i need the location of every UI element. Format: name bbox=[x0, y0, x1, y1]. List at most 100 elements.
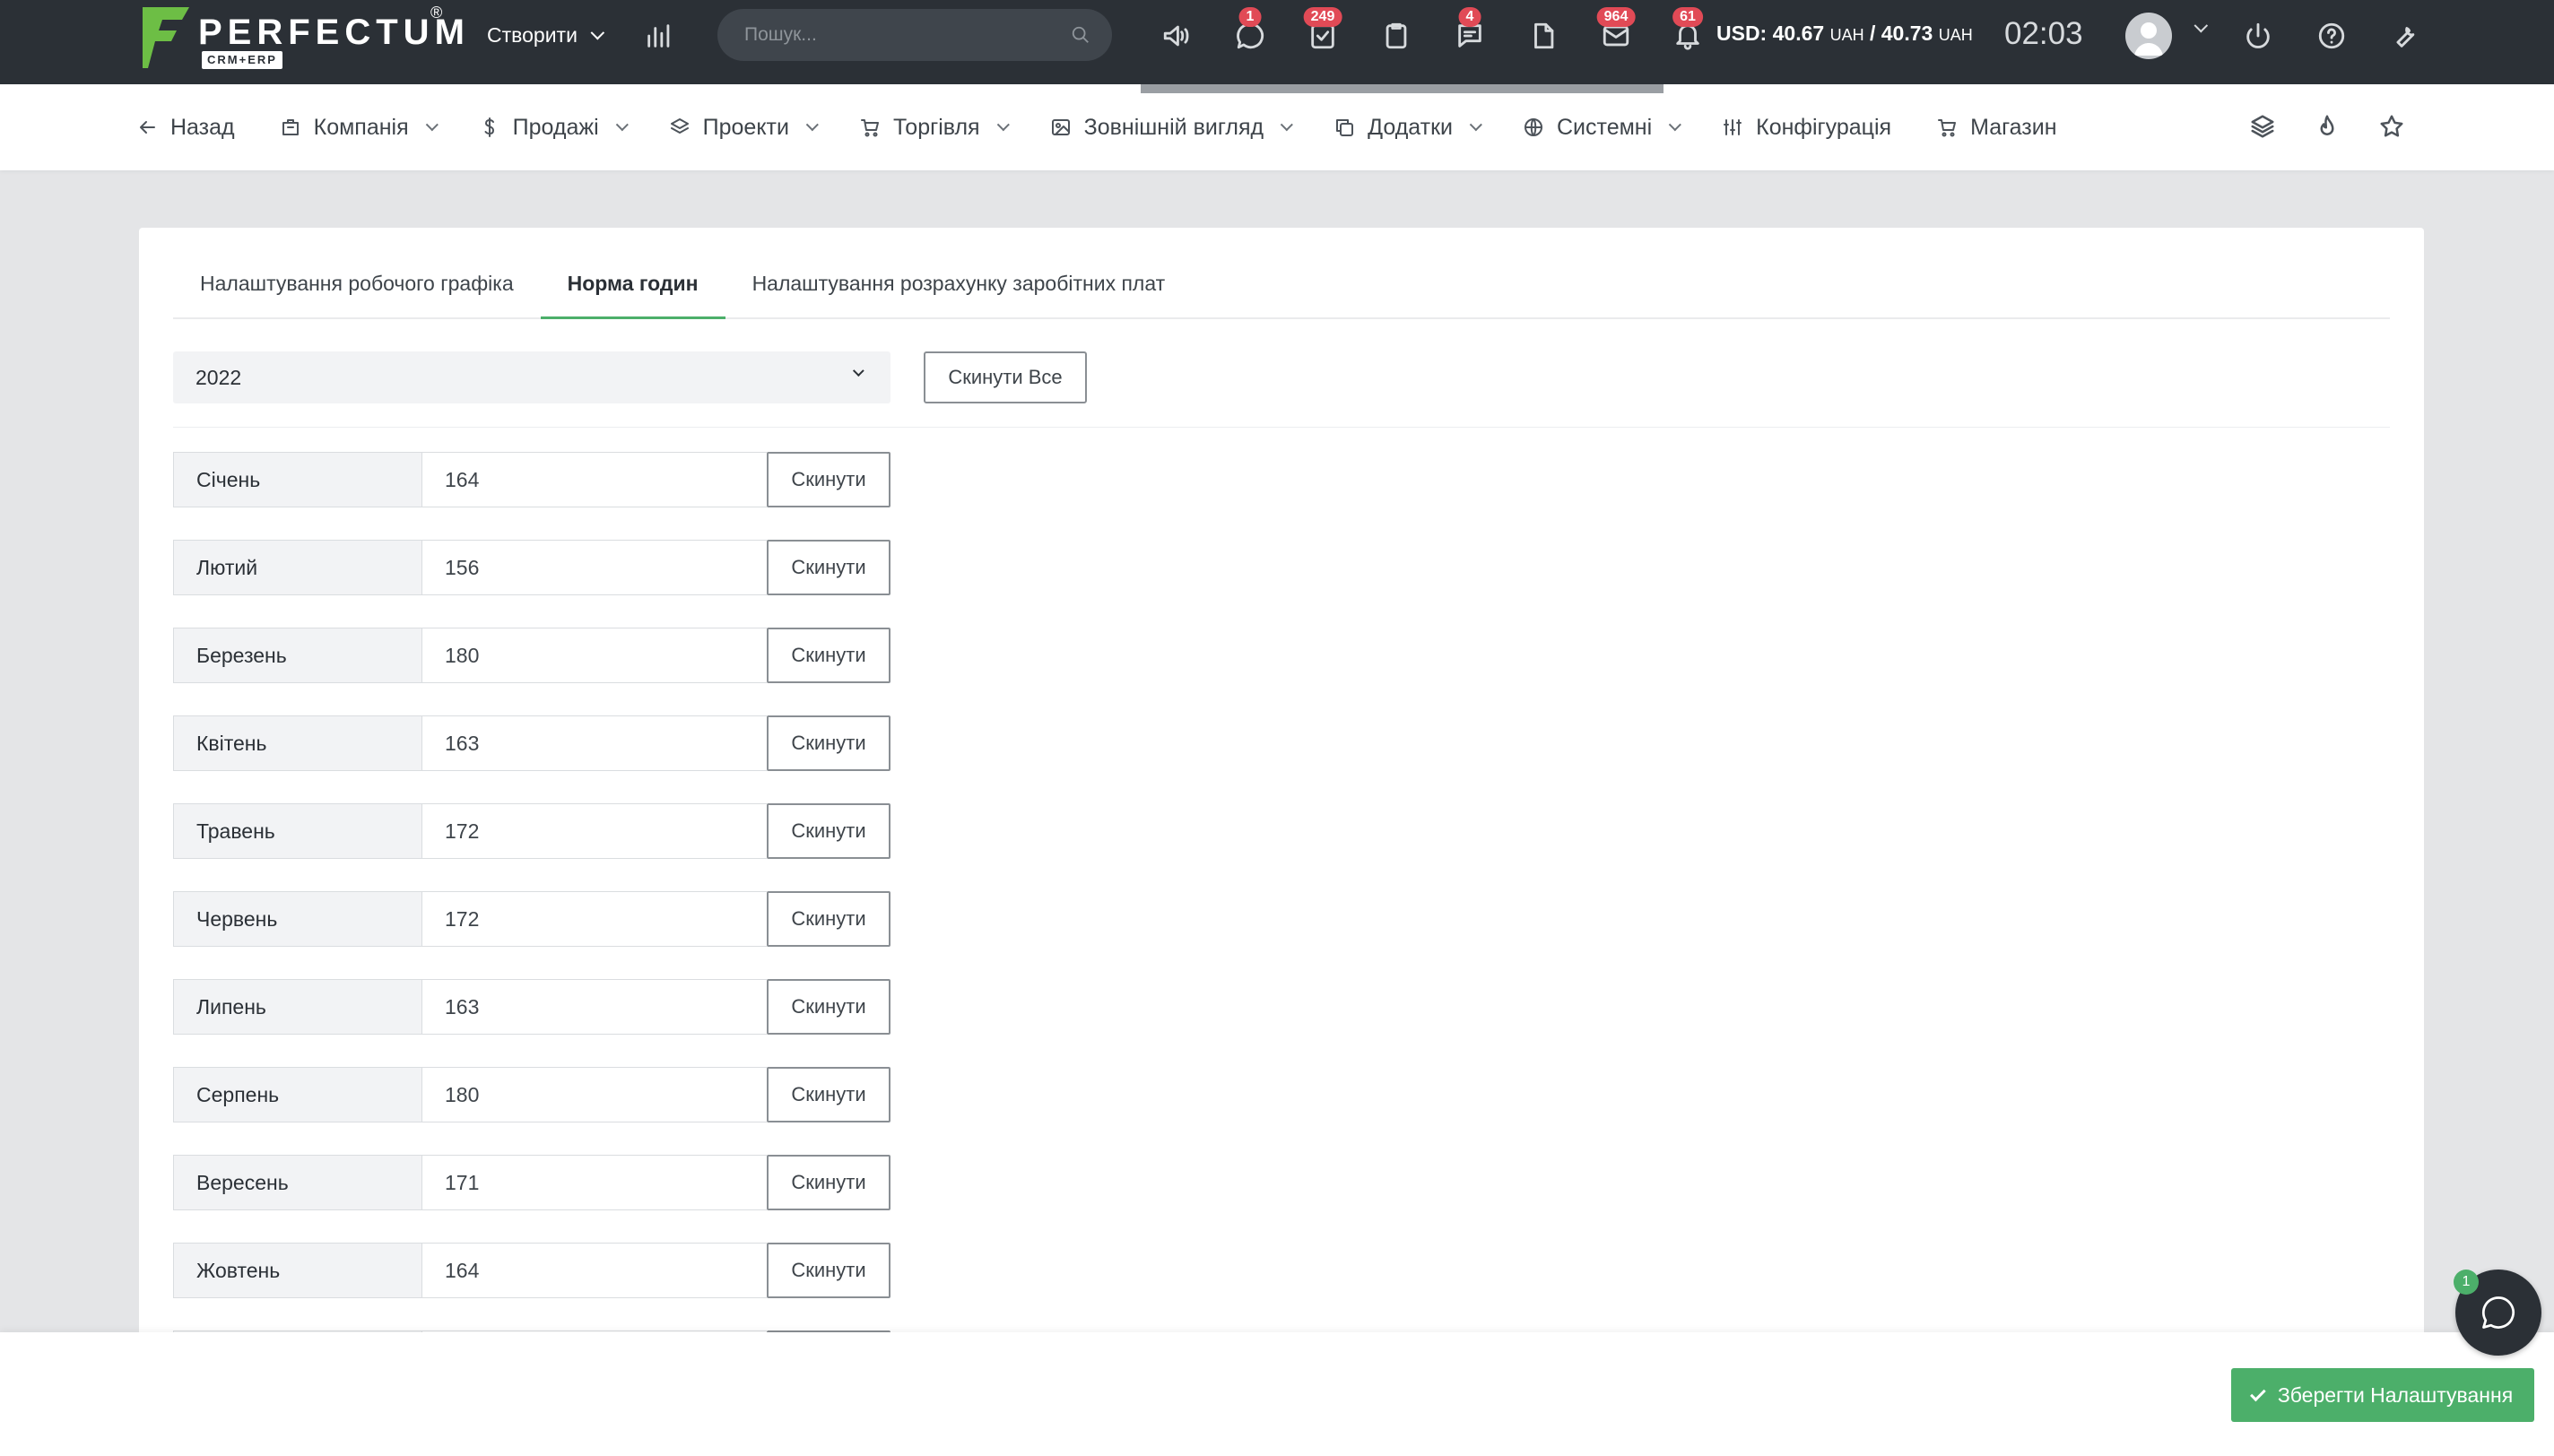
tasks-badge: 249 bbox=[1303, 7, 1342, 27]
month-label: Жовтень bbox=[173, 1243, 422, 1298]
search-input[interactable] bbox=[744, 24, 1067, 46]
mail-badge: 964 bbox=[1596, 7, 1636, 27]
month-hours-input[interactable] bbox=[422, 715, 767, 771]
logo-subtitle: CRM+ERP bbox=[202, 51, 282, 69]
user-silhouette-icon bbox=[2134, 22, 2163, 56]
perfectum-logo[interactable]: PERFECTUM ® CRM+ERP bbox=[139, 4, 465, 72]
chevron-down-icon bbox=[590, 25, 605, 39]
month-reset-button[interactable]: Скинути bbox=[767, 803, 890, 859]
month-hours-input[interactable] bbox=[422, 628, 767, 683]
month-label: Лютий bbox=[173, 540, 422, 595]
create-label: Створити bbox=[487, 22, 578, 47]
month-label: Квітень bbox=[173, 715, 422, 771]
chevron-down-icon bbox=[1280, 118, 1294, 132]
notifications-icon[interactable]: 61 bbox=[1668, 7, 1707, 56]
top-bar: PERFECTUM ® CRM+ERP Створити 1 249 4 964 bbox=[0, 0, 2554, 84]
nav-system[interactable]: Системні bbox=[1523, 115, 1682, 141]
chat-icon[interactable]: 1 bbox=[1230, 7, 1270, 56]
month-hours-input[interactable] bbox=[422, 979, 767, 1035]
dollar-icon bbox=[484, 117, 494, 137]
notifications-badge: 61 bbox=[1672, 7, 1703, 27]
month-label: Вересень bbox=[173, 1155, 422, 1210]
tab-work-schedule[interactable]: Налаштування робочого графіка bbox=[173, 260, 541, 319]
megaphone-icon[interactable] bbox=[1157, 16, 1196, 56]
nav-configuration[interactable]: Конфігурація bbox=[1722, 115, 1891, 141]
nav-sales[interactable]: Продажі bbox=[479, 115, 629, 141]
month-row: Березень Скинути bbox=[173, 628, 890, 683]
search-box bbox=[717, 9, 1112, 61]
month-reset-button[interactable]: Скинути bbox=[767, 452, 890, 507]
star-icon[interactable] bbox=[2378, 113, 2407, 142]
settings-tabs: Налаштування робочого графіка Норма годи… bbox=[173, 260, 2390, 319]
chat-bubble-icon bbox=[2481, 1296, 2515, 1329]
copy-icon bbox=[1336, 119, 1354, 136]
month-row: Лютий Скинути bbox=[173, 540, 890, 595]
month-row: Квітень Скинути bbox=[173, 715, 890, 771]
nav-trade[interactable]: Торгівля bbox=[859, 115, 1010, 141]
month-hours-input[interactable] bbox=[422, 803, 767, 859]
power-icon[interactable] bbox=[2238, 16, 2278, 56]
month-row: Червень Скинути bbox=[173, 891, 890, 947]
save-settings-button[interactable]: Зберегти Налаштування bbox=[2231, 1368, 2534, 1422]
month-row: Січень Скинути bbox=[173, 452, 890, 507]
layers-toggle-icon[interactable] bbox=[2249, 113, 2278, 142]
nav-projects[interactable]: Проекти bbox=[669, 115, 819, 141]
chevron-down-icon[interactable] bbox=[2193, 18, 2209, 33]
year-select[interactable]: 2022 bbox=[173, 351, 890, 403]
month-label: Липень bbox=[173, 979, 422, 1035]
month-hours-input[interactable] bbox=[422, 1155, 767, 1210]
bar-chart-icon[interactable] bbox=[639, 16, 679, 56]
month-reset-button[interactable]: Скинути bbox=[767, 1155, 890, 1210]
month-row: Липень Скинути bbox=[173, 979, 890, 1035]
search-icon[interactable] bbox=[1071, 25, 1090, 45]
clipboard-icon[interactable] bbox=[1377, 16, 1416, 56]
month-reset-button[interactable]: Скинути bbox=[767, 891, 890, 947]
month-reset-button[interactable]: Скинути bbox=[767, 1067, 890, 1122]
month-reset-button[interactable]: Скинути bbox=[767, 979, 890, 1035]
tab-hours-norm[interactable]: Норма годин bbox=[540, 260, 725, 319]
document-icon[interactable] bbox=[1524, 16, 1563, 56]
year-select-value: 2022 bbox=[195, 365, 242, 389]
chevron-down-icon bbox=[425, 118, 439, 132]
wrench-icon[interactable] bbox=[2385, 16, 2424, 56]
month-reset-button[interactable]: Скинути bbox=[767, 1243, 890, 1298]
avatar[interactable] bbox=[2125, 13, 2172, 59]
month-hours-input[interactable] bbox=[422, 1067, 767, 1122]
reset-all-button[interactable]: Скинути Все bbox=[924, 351, 1087, 403]
month-reset-button[interactable]: Скинути bbox=[767, 715, 890, 771]
month-label: Січень bbox=[173, 452, 422, 507]
tab-salary-calculation[interactable]: Налаштування розрахунку заробітних плат bbox=[725, 260, 1193, 319]
month-row: Серпень Скинути bbox=[173, 1067, 890, 1122]
nav-company[interactable]: Компанія bbox=[280, 115, 439, 141]
month-reset-button[interactable]: Скинути bbox=[767, 628, 890, 683]
main-nav: Назад Компанія Продажі Проекти Торгівля … bbox=[0, 84, 2554, 170]
create-dropdown[interactable]: Створити bbox=[487, 20, 605, 50]
month-reset-button[interactable]: Скинути bbox=[767, 540, 890, 595]
nav-shop[interactable]: Магазин bbox=[1936, 115, 2057, 141]
month-label: Серпень bbox=[173, 1067, 422, 1122]
chevron-down-icon bbox=[805, 118, 819, 132]
building-icon bbox=[282, 119, 299, 135]
month-row: Травень Скинути bbox=[173, 803, 890, 859]
nav-addons[interactable]: Додатки bbox=[1333, 115, 1482, 141]
fire-icon[interactable] bbox=[2314, 113, 2342, 142]
month-hours-input[interactable] bbox=[422, 1243, 767, 1298]
month-hours-input[interactable] bbox=[422, 540, 767, 595]
help-icon[interactable] bbox=[2312, 16, 2351, 56]
chevron-down-icon bbox=[615, 118, 629, 132]
nav-appearance[interactable]: Зовнішній вигляд bbox=[1050, 115, 1294, 141]
month-label: Травень bbox=[173, 803, 422, 859]
logo-mark-icon bbox=[143, 7, 189, 68]
cart-icon bbox=[860, 119, 879, 137]
month-hours-input[interactable] bbox=[422, 452, 767, 507]
nav-back[interactable]: Назад bbox=[136, 115, 235, 141]
mail-icon[interactable]: 964 bbox=[1596, 7, 1636, 56]
bottom-action-bar: Зберегти Налаштування bbox=[0, 1332, 2554, 1456]
messages-icon[interactable]: 4 bbox=[1450, 7, 1490, 56]
chevron-down-icon bbox=[852, 365, 864, 377]
month-hours-input[interactable] bbox=[422, 891, 767, 947]
chevron-down-icon bbox=[1668, 118, 1682, 132]
shopping-cart-icon bbox=[1938, 119, 1957, 137]
tasks-icon[interactable]: 249 bbox=[1303, 7, 1342, 56]
chat-widget-badge: 1 bbox=[2454, 1270, 2479, 1295]
